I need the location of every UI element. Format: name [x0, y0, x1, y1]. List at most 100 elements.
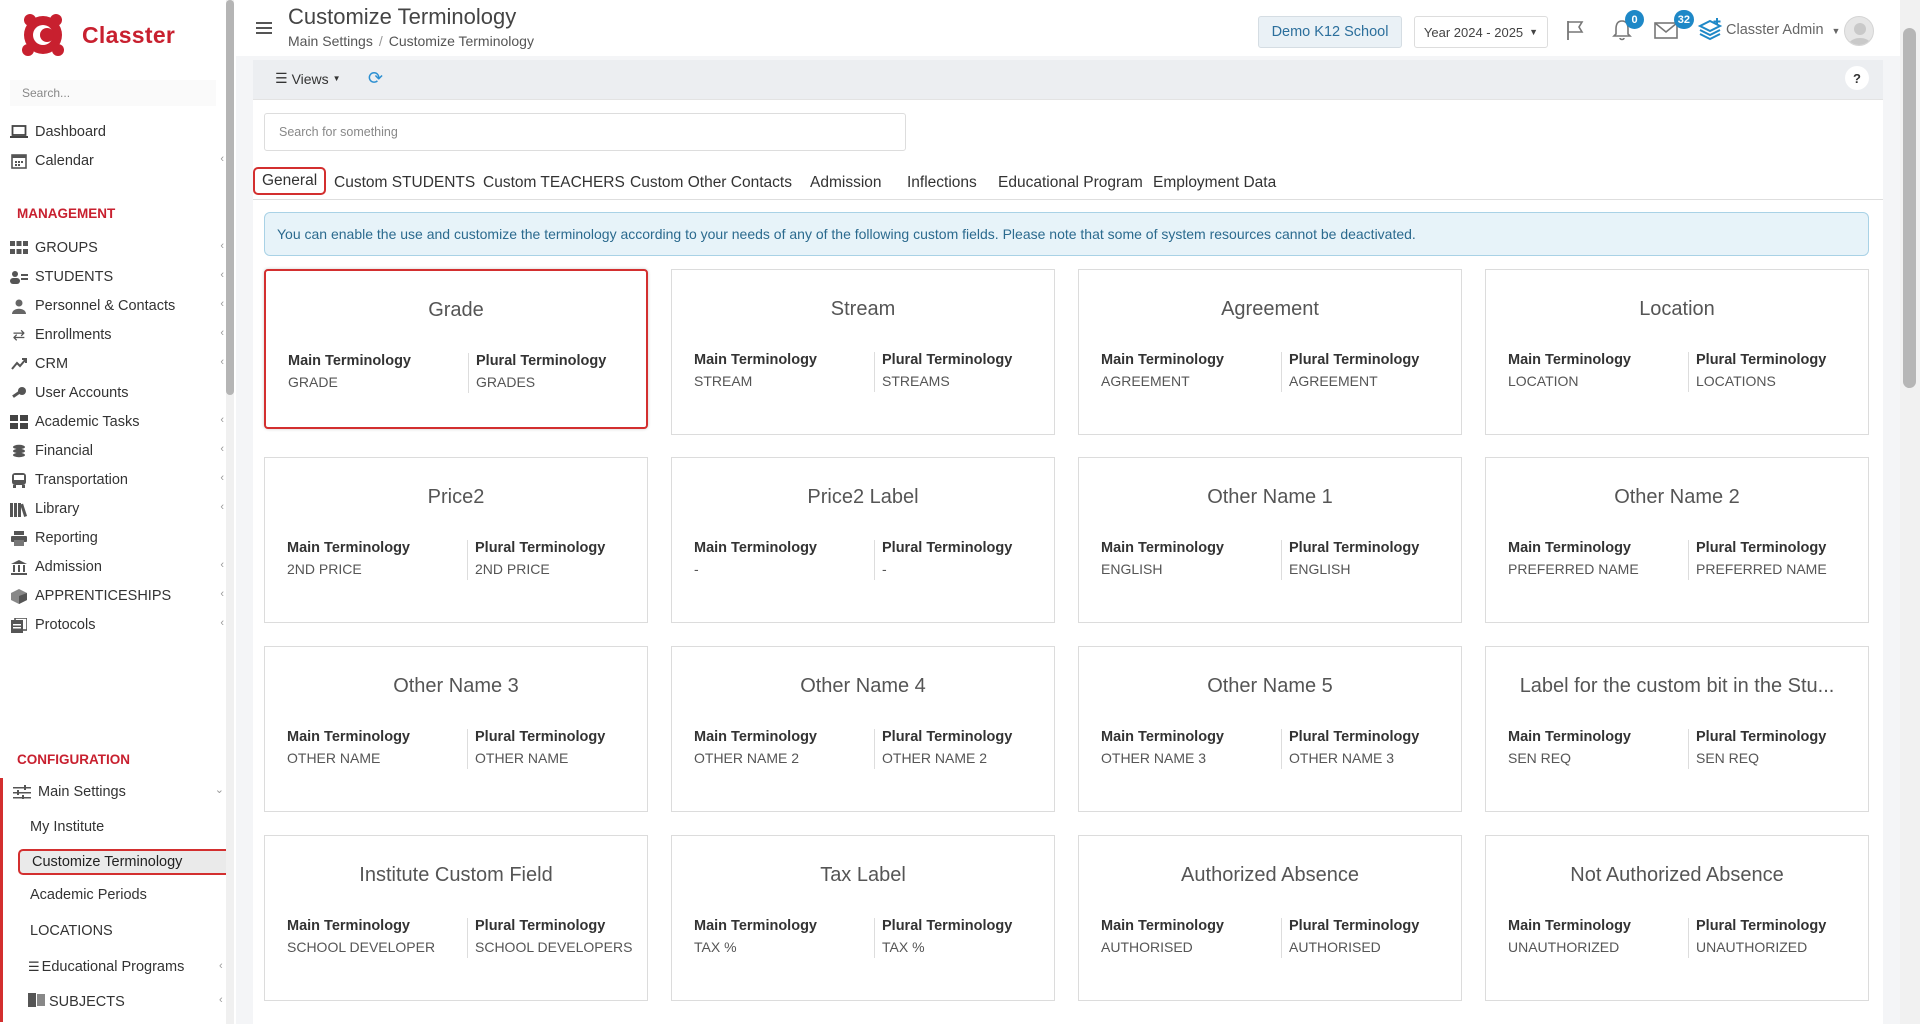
- main-terminology-value: STREAM: [694, 373, 753, 389]
- sidebar-item-apprenticeships[interactable]: APPRENTICESHIPS ‹: [0, 582, 230, 610]
- sidebar-item-students[interactable]: STUDENTS ‹: [0, 263, 230, 291]
- tab-educational-program[interactable]: Educational Program: [991, 168, 1150, 198]
- page-scrollbar-thumb[interactable]: [1903, 28, 1916, 388]
- tab-general[interactable]: General: [253, 167, 327, 195]
- main-terminology-label: Main Terminology: [694, 918, 817, 934]
- terminology-card[interactable]: Label for the custom bit in the Stu... Ma…: [1485, 646, 1869, 812]
- sidebar-subitem-customize-terminology[interactable]: Customize Terminology: [18, 849, 233, 875]
- library-icon: [9, 501, 29, 517]
- main-terminology-value: PREFERRED NAME: [1508, 561, 1639, 577]
- terminology-card[interactable]: Institute Custom Field Main Terminology SC…: [264, 835, 648, 1001]
- main-terminology-label: Main Terminology: [1508, 352, 1631, 368]
- tab-employment-data[interactable]: Employment Data: [1146, 168, 1283, 198]
- views-dropdown-button[interactable]: ☰ Views ▼: [275, 70, 341, 87]
- classter-logo-icon: [22, 14, 64, 56]
- main-terminology-value: ENGLISH: [1101, 561, 1163, 577]
- tab-custom-other-contacts[interactable]: Custom Other Contacts: [623, 168, 799, 198]
- plural-terminology-value: OTHER NAME 2: [882, 750, 988, 766]
- sidebar-scrollbar-thumb[interactable]: [226, 0, 234, 395]
- sidebar-item-admission[interactable]: Admission ‹: [0, 553, 230, 581]
- main-content: General Custom STUDENTS Custom TEACHERS …: [253, 100, 1883, 1024]
- calendar-icon: [9, 153, 29, 169]
- flag-icon[interactable]: [1562, 16, 1590, 44]
- app-logo[interactable]: Classter: [20, 10, 175, 60]
- sidebar-item-label: Dashboard: [35, 124, 106, 140]
- terminology-card[interactable]: Grade Main Terminology GRADE Plural Termino…: [264, 269, 648, 429]
- school-selector-button[interactable]: Demo K12 School: [1258, 16, 1402, 48]
- terminology-card[interactable]: Tax Label Main Terminology TAX % Plural Ter…: [671, 835, 1055, 1001]
- terminology-card[interactable]: Other Name 3 Main Terminology OTHER NAME Pl…: [264, 646, 648, 812]
- sidebar-item-financial[interactable]: Financial ‹: [0, 437, 230, 465]
- sidebar-item-protocols[interactable]: Protocols ‹: [0, 611, 230, 639]
- sidebar-item-groups[interactable]: GROUPS ‹: [0, 234, 230, 262]
- terminology-card[interactable]: Authorized Absence Main Terminology AUTHOR…: [1078, 835, 1462, 1001]
- sidebar-item-dashboard[interactable]: Dashboard: [0, 118, 230, 146]
- hamburger-menu-icon[interactable]: [256, 22, 272, 35]
- sidebar-item-enrollments[interactable]: ⇄ Enrollments ‹: [0, 321, 230, 349]
- sidebar-item-library[interactable]: Library ‹: [0, 495, 230, 523]
- sidebar-item-user-accounts[interactable]: User Accounts: [0, 379, 230, 407]
- plural-terminology: Plural Terminology ENGLISH: [1281, 540, 1419, 580]
- year-label: Year 2024 - 2025: [1423, 24, 1524, 40]
- card-title: Stream: [830, 298, 896, 320]
- sidebar-item-label: Library: [35, 501, 80, 517]
- breadcrumb: Main Settings / Customize Terminology: [288, 33, 534, 49]
- terminology-card[interactable]: Other Name 1 Main Terminology ENGLISH Plura…: [1078, 457, 1462, 623]
- terminology-card[interactable]: Other Name 4 Main Terminology OTHER NAME 2…: [671, 646, 1055, 812]
- sidebar-subitem-locations[interactable]: LOCATIONS: [30, 923, 113, 939]
- envelope-icon[interactable]: 32: [1652, 10, 1694, 44]
- sidebar-item-label: Personnel & Contacts: [35, 298, 176, 314]
- breadcrumb-item[interactable]: Main Settings: [288, 33, 373, 49]
- app-name: Classter: [82, 21, 176, 48]
- card-title: Location: [1639, 298, 1715, 320]
- tab-custom-teachers[interactable]: Custom TEACHERS: [476, 168, 632, 198]
- terminology-card[interactable]: Agreement Main Terminology AGREEMENT Plural…: [1078, 269, 1462, 435]
- terminology-card[interactable]: Not Authorized Absence Main Terminology UN…: [1485, 835, 1869, 1001]
- plural-terminology: Plural Terminology GRADES: [468, 353, 606, 393]
- terminology-card[interactable]: Other Name 5 Main Terminology OTHER NAME 3…: [1078, 646, 1462, 812]
- refresh-icon[interactable]: ⟳: [368, 68, 383, 89]
- sidebar-item-reporting[interactable]: Reporting: [0, 524, 230, 552]
- sidebar-search-input[interactable]: [10, 80, 216, 106]
- sidebar-subitem-educational-programs[interactable]: ☰ Educational Programs: [28, 959, 184, 975]
- year-selector-button[interactable]: Year 2024 - 2025 ▼: [1414, 16, 1548, 48]
- chevron-left-icon: ‹: [220, 327, 224, 339]
- terminology-card[interactable]: Price2 Label Main Terminology - Plural Term…: [671, 457, 1055, 623]
- terminology-card[interactable]: Price2 Main Terminology 2ND PRICE Plural Te…: [264, 457, 648, 623]
- bell-icon[interactable]: 0: [1608, 10, 1644, 44]
- sidebar-item-calendar[interactable]: Calendar ‹: [0, 147, 230, 175]
- card-title: Other Name 1: [1207, 486, 1333, 508]
- main-terminology-label: Main Terminology: [1508, 918, 1631, 934]
- sidebar-item-label: STUDENTS: [35, 269, 114, 285]
- main-terminology-label: Main Terminology: [287, 729, 410, 745]
- main-terminology: Main Terminology -: [694, 540, 817, 577]
- terminology-card[interactable]: Stream Main Terminology STREAM Plural Termi…: [671, 269, 1055, 435]
- tab-custom-students[interactable]: Custom STUDENTS: [327, 168, 482, 198]
- avatar[interactable]: [1844, 16, 1874, 46]
- sidebar-subitem-academic-periods[interactable]: Academic Periods: [30, 887, 147, 903]
- help-button[interactable]: ?: [1845, 66, 1869, 90]
- terminology-card[interactable]: Location Main Terminology LOCATION Plural T…: [1485, 269, 1869, 435]
- sidebar-item-crm[interactable]: CRM ‹: [0, 350, 230, 378]
- layers-add-icon[interactable]: [1696, 16, 1724, 44]
- page-title: Customize Terminology: [288, 4, 517, 29]
- terminology-card[interactable]: Other Name 2 Main Terminology PREFERRED NA…: [1485, 457, 1869, 623]
- plural-terminology-label: Plural Terminology: [1696, 540, 1827, 556]
- sidebar-subitem-my-institute[interactable]: My Institute: [30, 819, 104, 835]
- sidebar-item-main-settings[interactable]: Main Settings ⌄: [0, 778, 230, 806]
- sidebar-item-transportation[interactable]: Transportation ‹: [0, 466, 230, 494]
- plural-terminology-label: Plural Terminology: [1289, 352, 1420, 368]
- tab-inflections[interactable]: Inflections: [900, 168, 984, 198]
- user-menu[interactable]: Classter Admin ▼: [1726, 22, 1840, 38]
- search-input[interactable]: [264, 113, 906, 151]
- main-terminology-label: Main Terminology: [694, 540, 817, 556]
- main-terminology-value: SEN REQ: [1508, 750, 1572, 766]
- main-terminology-value: TAX %: [694, 939, 737, 955]
- main-terminology: Main Terminology SEN REQ: [1508, 729, 1631, 766]
- tab-admission[interactable]: Admission: [803, 168, 889, 198]
- sidebar-subitem-subjects[interactable]: SUBJECTS: [28, 993, 125, 1011]
- sidebar-item-academic-tasks[interactable]: Academic Tasks ‹: [0, 408, 230, 436]
- sliders-icon: [12, 784, 32, 800]
- chevron-left-icon: ‹: [220, 617, 224, 629]
- sidebar-item-personnel[interactable]: Personnel & Contacts ‹: [0, 292, 230, 320]
